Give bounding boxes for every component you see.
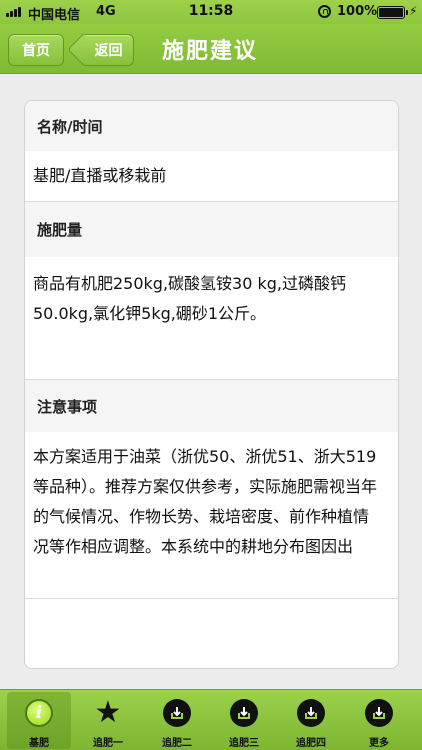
tab-topdressing-1[interactable]: ★ 追肥一 bbox=[76, 692, 140, 750]
battery-icon bbox=[377, 6, 408, 19]
advice-card[interactable]: 名称/时间 基肥/直播或移栽前 施肥量 商品有机肥250kg,碳酸氢铵30 kg… bbox=[24, 100, 399, 669]
back-button-label: 返回 bbox=[94, 43, 123, 59]
charging-icon: ⚡ bbox=[409, 4, 418, 18]
tab-label: 追肥三 bbox=[229, 738, 259, 749]
info-icon: i bbox=[25, 699, 53, 727]
name-time-value: 基肥/直播或移栽前 bbox=[25, 151, 398, 201]
home-button-label: 首页 bbox=[22, 43, 50, 59]
nav-bar: 首页 返回 施肥建议 bbox=[0, 24, 422, 74]
home-button[interactable]: 首页 bbox=[8, 34, 64, 66]
notes-header: 注意事项 bbox=[25, 380, 398, 432]
status-bar: 中国电信 4G 11:58 100% ⚡ bbox=[0, 0, 422, 24]
back-button[interactable]: 返回 bbox=[84, 34, 134, 66]
divider bbox=[25, 598, 398, 599]
star-icon: ★ bbox=[94, 695, 122, 730]
tab-label: 基肥 bbox=[29, 738, 49, 749]
download-box-icon bbox=[163, 699, 191, 727]
tab-label: 更多 bbox=[369, 738, 389, 749]
battery-percent: 100% bbox=[337, 4, 378, 19]
tab-label: 追肥四 bbox=[296, 738, 326, 749]
tab-topdressing-4[interactable]: 追肥四 bbox=[279, 692, 343, 749]
download-box-icon bbox=[230, 699, 258, 727]
tab-label: 追肥一 bbox=[93, 738, 123, 749]
tab-label: 追肥二 bbox=[162, 738, 192, 749]
tab-more[interactable]: 更多 bbox=[347, 692, 411, 749]
amount-header: 施肥量 bbox=[25, 202, 398, 257]
download-box-icon bbox=[365, 699, 393, 727]
tab-basal-fertilizer[interactable]: i 基肥 bbox=[7, 692, 71, 749]
notes-value: 本方案适用于油菜（浙优50、浙优51、浙大519等品种）。推荐方案仅供参考，实际… bbox=[25, 432, 398, 598]
tab-topdressing-3[interactable]: 追肥三 bbox=[212, 692, 276, 749]
rotation-lock-icon bbox=[318, 5, 331, 18]
name-time-header: 名称/时间 bbox=[25, 101, 398, 151]
amount-value: 商品有机肥250kg,碳酸氢铵30 kg,过磷酸钙50.0kg,氯化钾5kg,硼… bbox=[25, 257, 398, 379]
page-title: 施肥建议 bbox=[162, 39, 259, 64]
tab-bar: i 基肥 ★ 追肥一 追肥二 追肥三 追肥四 更多 bbox=[0, 689, 422, 750]
tab-topdressing-2[interactable]: 追肥二 bbox=[145, 692, 209, 749]
download-box-icon bbox=[297, 699, 325, 727]
